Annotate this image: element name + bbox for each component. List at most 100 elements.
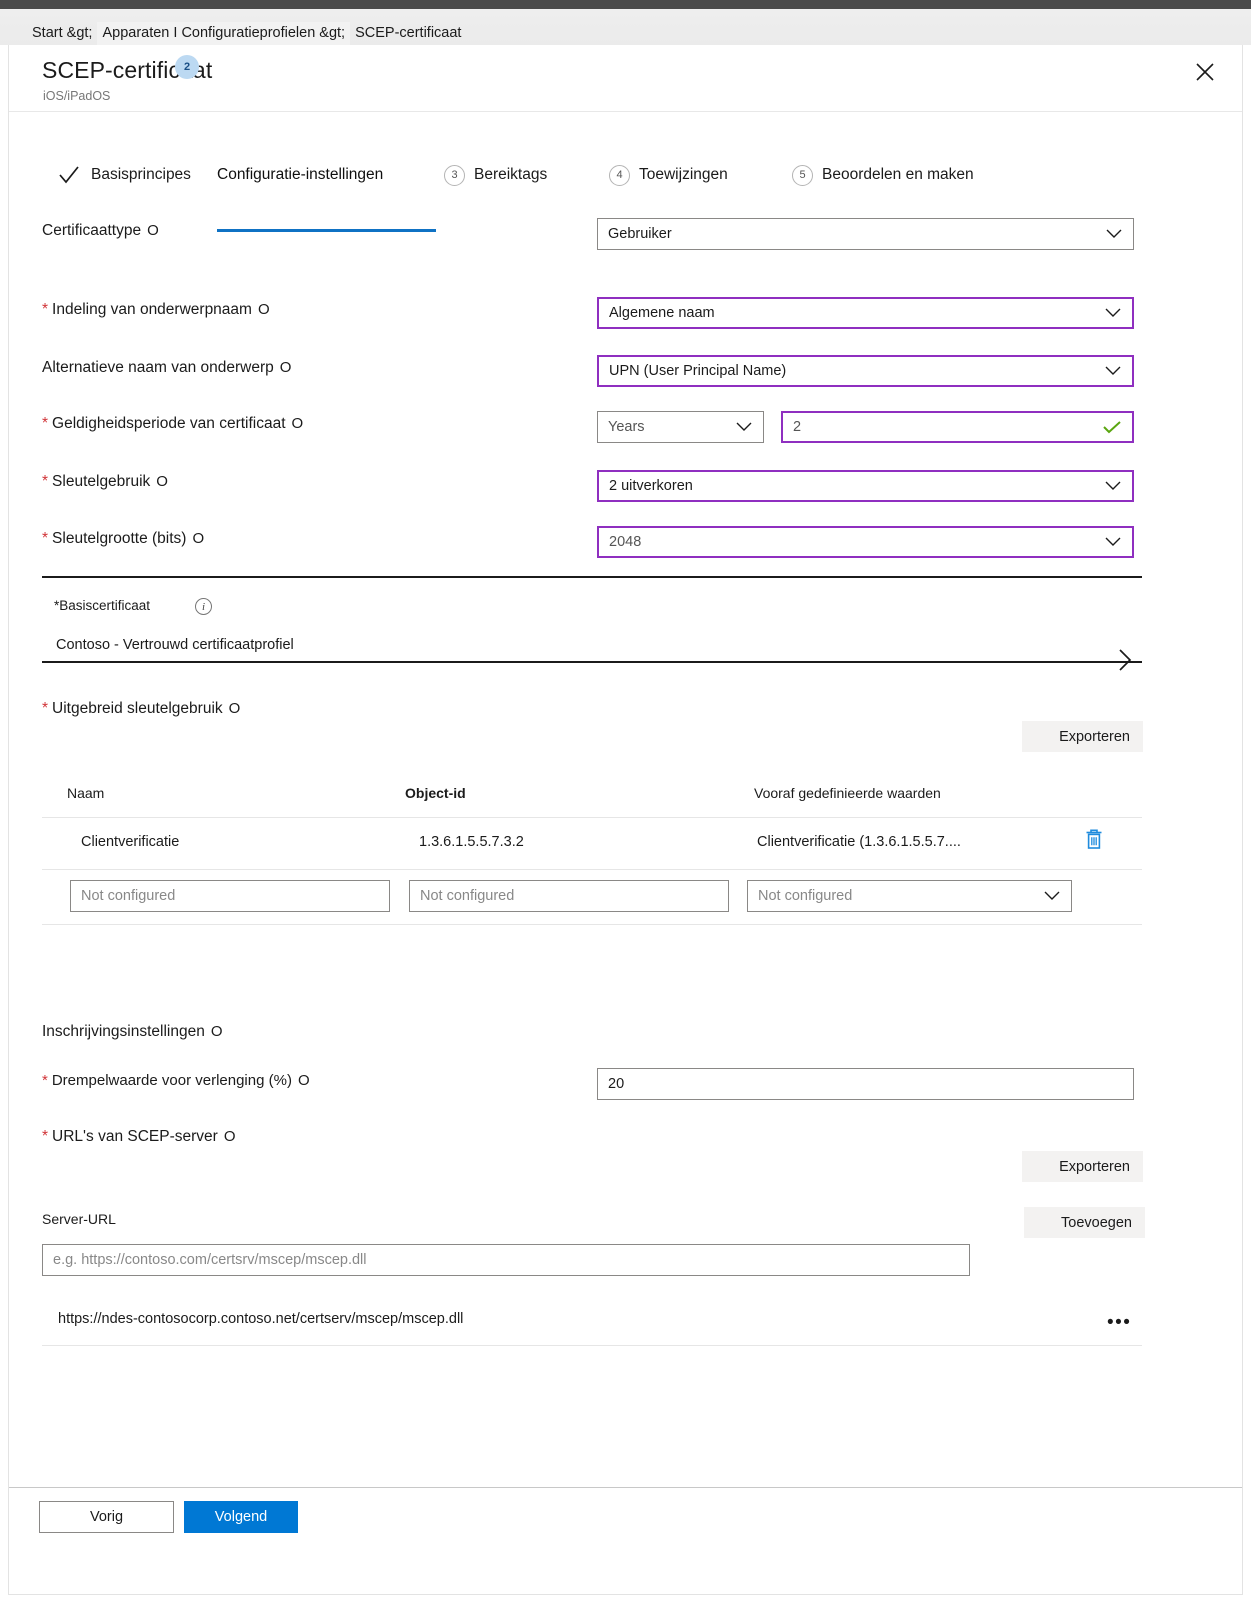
scep-url-divider [42,1345,1142,1346]
eku-export-label: Exporteren [1059,728,1130,745]
scep-add-button[interactable]: Toevoegen [1024,1207,1145,1238]
required-asterisk: * [42,473,49,490]
info-icon[interactable]: O [258,301,270,318]
table-header-naam: Naam [67,785,105,801]
info-icon[interactable]: O [280,359,292,376]
required-asterisk: * [42,530,49,547]
server-url-input[interactable]: e.g. https://contoso.com/certsrv/mscep/m… [42,1244,970,1276]
label-uitgebreid-sleutelgebruik: * Uitgebreid sleutelgebruik O [42,700,240,718]
scep-certificate-blade: SCEP-certificaat iOS/iPadOS Basisprincip… [8,45,1243,1595]
chevron-down-icon [1104,307,1122,319]
alternatieve-naam-select[interactable]: UPN (User Principal Name) [597,355,1134,387]
label-sleutelgebruik: * Sleutelgebruik O [42,473,168,491]
field-label-text: Alternatieve naam van onderwerp [42,359,274,376]
wizard-step-label: Configuratie-instellingen [217,166,384,183]
required-asterisk: * [42,1128,49,1145]
breadcrumb-bar: Start &gt; Apparaten I Configuratieprofi… [0,9,1251,45]
scep-export-label: Exporteren [1059,1158,1130,1175]
certificaattype-select[interactable]: Gebruiker [597,218,1134,250]
chevron-down-icon [1104,365,1122,377]
wizard-step-bereiktags[interactable]: 3 Bereiktags [444,158,547,192]
footer-divider [9,1487,1242,1488]
close-icon[interactable] [1190,57,1220,87]
table-header-divider [42,817,1142,818]
chevron-down-icon [1104,536,1122,548]
info-icon[interactable]: O [229,700,241,717]
eku-new-predefined-select[interactable]: Not configured [747,880,1072,912]
info-icon[interactable]: O [298,1072,310,1089]
info-icon[interactable]: O [156,473,168,490]
geldigheidsperiode-unit-select[interactable]: Years [597,411,764,443]
wizard-step-configuratie-instellingen[interactable]: Configuratie-instellingen [217,158,383,192]
wizard-step-label: Basisprincipes [91,166,191,183]
chevron-down-icon [735,421,753,433]
server-url-placeholder: e.g. https://contoso.com/certsrv/mscep/m… [53,1252,367,1268]
wizard-step-label: Bereiktags [474,166,548,183]
eku-new-object-id-placeholder: Not configured [420,888,515,904]
heading-inschrijvingsinstellingen: Inschrijvingsinstellingen O [42,1023,223,1041]
next-button[interactable]: Volgend [184,1501,298,1533]
info-circle-icon[interactable]: i [195,598,212,615]
indeling-onderwerpnaam-select[interactable]: Algemene naam [597,297,1134,329]
root-cert-label: *Basiscertificaat [54,598,151,613]
info-icon[interactable]: O [224,1128,236,1145]
step-number-badge: 4 [609,164,630,186]
ellipsis-icon[interactable]: ••• [1107,1313,1131,1332]
label-indeling-onderwerpnaam: * Indeling van onderwerpnaam O [42,301,270,319]
table-row-divider [42,869,1142,870]
valid-check-icon [1102,420,1122,434]
required-asterisk: * [42,1072,48,1089]
step-number-badge: 3 [444,164,465,186]
info-icon[interactable]: O [147,222,159,239]
drempelwaarde-input[interactable]: 20 [597,1068,1134,1100]
field-label-text: URL's van SCEP-server [52,1128,218,1145]
wizard-steps: Basisprincipes Configuratie-instellingen… [9,150,1242,210]
info-icon[interactable]: O [211,1023,223,1040]
window-top-strip [0,0,1251,9]
label-geldigheidsperiode: * Geldigheidsperiode van certificaat O [42,415,303,433]
eku-new-object-id-input[interactable]: Not configured [409,880,729,912]
root-cert-value: Contoso - Vertrouwd certificaatprofiel [56,637,294,653]
wizard-step-basisprincipes[interactable]: Basisprincipes [56,158,191,192]
previous-button[interactable]: Vorig [39,1501,174,1533]
chevron-down-icon [1043,890,1061,902]
sleutelgrootte-value: 2048 [609,534,642,550]
field-label-text: Drempelwaarde voor verlenging (%) [51,1072,292,1089]
eku-new-predefined-placeholder: Not configured [758,888,853,904]
breadcrumb-item-start[interactable]: Start &gt; [27,22,97,45]
active-step-underline [217,229,436,232]
breadcrumb-item-devices[interactable]: Apparaten I Configuratieprofielen &gt; [97,22,351,45]
field-label-text: Indeling van onderwerpnaam [52,301,252,318]
alternatieve-naam-value: UPN (User Principal Name) [609,363,787,379]
sleutelgrootte-select[interactable]: 2048 [597,526,1134,558]
chevron-down-icon [1105,228,1123,240]
indeling-onderwerpnaam-value: Algemene naam [609,305,715,321]
label-sleutelgrootte: * Sleutelgrootte (bits) O [42,530,204,548]
chevron-down-icon [1104,480,1122,492]
label-alternatieve-naam: Alternatieve naam van onderwerp O [42,359,291,377]
table-header-object-id: Object-id [405,785,466,801]
trash-icon[interactable] [1082,826,1106,857]
step-number-badge: 5 [792,164,813,186]
sleutelgebruik-value: 2 uitverkoren [609,478,693,494]
table-header-vooraf-gedefinieerde-waarden: Vooraf gedefinieerde waarden [754,785,941,801]
geldigheidsperiode-amount-input[interactable]: 2 [781,411,1134,443]
breadcrumb-item-current[interactable]: SCEP-certificaat [350,22,466,45]
heading-text: Inschrijvingsinstellingen [42,1023,205,1040]
label-server-url: Server-URL [42,1211,116,1227]
info-icon[interactable]: O [192,530,204,547]
scep-export-button[interactable]: Exporteren [1022,1151,1143,1182]
wizard-step-toewijzingen[interactable]: 4 Toewijzingen [609,158,728,192]
info-icon[interactable]: O [292,415,304,432]
scep-add-label: Toevoegen [1061,1214,1132,1231]
field-label-text: Sleutelgebruik [52,473,151,490]
table-cell-vooraf-gedefinieerde-waarden: Clientverificatie (1.3.6.1.5.5.7.... [757,834,961,850]
wizard-step-label: Beoordelen en maken [822,166,974,183]
sleutelgebruik-select[interactable]: 2 uitverkoren [597,470,1134,502]
page-subtitle: iOS/iPadOS [43,89,111,103]
field-label-text: Sleutelgrootte (bits) [52,530,187,547]
eku-new-name-input[interactable]: Not configured [70,880,390,912]
wizard-step-beoordelen-en-maken[interactable]: 5 Beoordelen en maken [792,158,974,192]
eku-export-button[interactable]: Exporteren [1022,721,1143,752]
previous-button-label: Vorig [89,1509,124,1525]
